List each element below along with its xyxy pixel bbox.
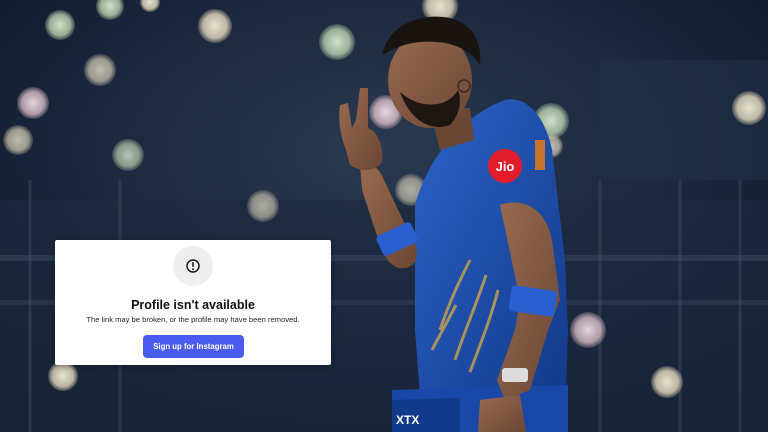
screen: XTX Jio Profile isn't available The link… (0, 0, 768, 432)
alert-icon-badge (173, 246, 213, 286)
alert-circle-icon (186, 259, 200, 273)
profile-unavailable-dialog: Profile isn't available The link may be … (55, 240, 331, 365)
jersey-logo-text: Jio (496, 159, 515, 174)
sign-up-button[interactable]: Sign up for Instagram (143, 335, 244, 358)
svg-text:XTX: XTX (396, 413, 419, 427)
dialog-title: Profile isn't available (131, 298, 255, 312)
background-photo: XTX Jio (0, 0, 768, 432)
dialog-message: The link may be broken, or the profile m… (86, 315, 300, 324)
